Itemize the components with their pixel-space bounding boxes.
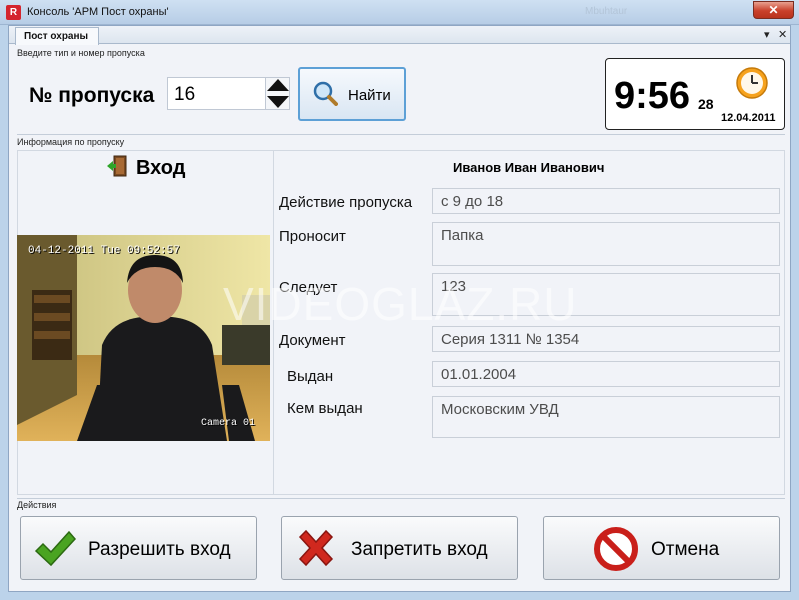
section-divider: [17, 134, 785, 135]
cross-icon: [298, 529, 334, 567]
field-value-issued: 01.01.2004: [432, 361, 780, 387]
allow-entry-button[interactable]: Разрешить вход: [20, 516, 257, 580]
watermark: VIDEOGLAZ.RU: [223, 278, 578, 330]
find-button-label: Найти: [348, 87, 391, 104]
field-label-carries: Проносит: [279, 228, 346, 245]
title-bar: R Консоль 'АРМ Пост охраны' Mbuhtaur ✕: [0, 0, 799, 25]
field-value-issued-by: Московским УВД: [432, 396, 780, 438]
tab-security-post[interactable]: Пост охраны: [15, 27, 99, 45]
info-section-caption: Информация по пропуску: [17, 137, 125, 147]
camera-name: Camera 01: [201, 418, 256, 429]
tab-close-icon[interactable]: ✕: [778, 28, 787, 41]
window-close-button[interactable]: ✕: [753, 1, 794, 19]
field-label-validity: Действие пропуска: [279, 194, 413, 211]
deny-entry-button[interactable]: Запретить вход: [281, 516, 518, 580]
door-entry-icon: [107, 155, 127, 177]
search-section-caption: Введите тип и номер пропуска: [17, 48, 145, 58]
tab-strip: Пост охраны ▾ ✕: [9, 26, 790, 45]
deny-entry-label: Запретить вход: [351, 539, 488, 560]
pass-number-spinner[interactable]: [265, 77, 290, 110]
direction-label: Вход: [136, 157, 186, 179]
clock-panel: 9:56 28 12.04.2011: [605, 58, 785, 130]
find-button[interactable]: Найти: [298, 67, 406, 121]
actions-section-caption: Действия: [17, 500, 57, 510]
person-name: Иванов Иван Иванович: [453, 160, 605, 175]
section-divider: [17, 498, 785, 499]
clock-date: 12.04.2011: [721, 112, 776, 124]
cancel-label: Отмена: [651, 539, 720, 560]
camera-snapshot: 04-12-2011 Tue 09:52:57 Camera 01: [17, 235, 270, 441]
field-label-issued: Выдан: [287, 368, 334, 385]
camera-timestamp: 04-12-2011 Tue 09:52:57: [28, 245, 180, 257]
app-icon: R: [6, 5, 21, 20]
field-value-carries: Папка: [432, 222, 780, 266]
window-title: Консоль 'АРМ Пост охраны': [27, 6, 169, 18]
field-label-document: Документ: [279, 332, 346, 349]
spin-down-arrow-icon[interactable]: [267, 96, 289, 108]
clock-time: 9:56: [614, 75, 691, 117]
main-client-area: Пост охраны ▾ ✕ Введите тип и номер проп…: [8, 25, 791, 592]
pass-number-input[interactable]: 16: [167, 77, 266, 110]
field-value-validity: с 9 до 18: [432, 188, 780, 214]
camera-image: [17, 235, 270, 441]
tab-pin-icon[interactable]: ▾: [764, 28, 770, 41]
clock-seconds: 28: [698, 96, 714, 112]
faint-title-text: Mbuhtaur: [585, 6, 628, 17]
field-label-issued-by: Кем выдан: [287, 400, 363, 417]
clock-icon: [736, 67, 768, 99]
pass-number-label: № пропуска: [29, 84, 155, 107]
magnifier-icon: [313, 81, 338, 106]
cancel-button[interactable]: Отмена: [543, 516, 780, 580]
spin-up-arrow-icon[interactable]: [267, 79, 289, 91]
checkmark-icon: [34, 530, 77, 567]
allow-entry-label: Разрешить вход: [88, 539, 231, 560]
no-entry-icon: [594, 527, 638, 571]
